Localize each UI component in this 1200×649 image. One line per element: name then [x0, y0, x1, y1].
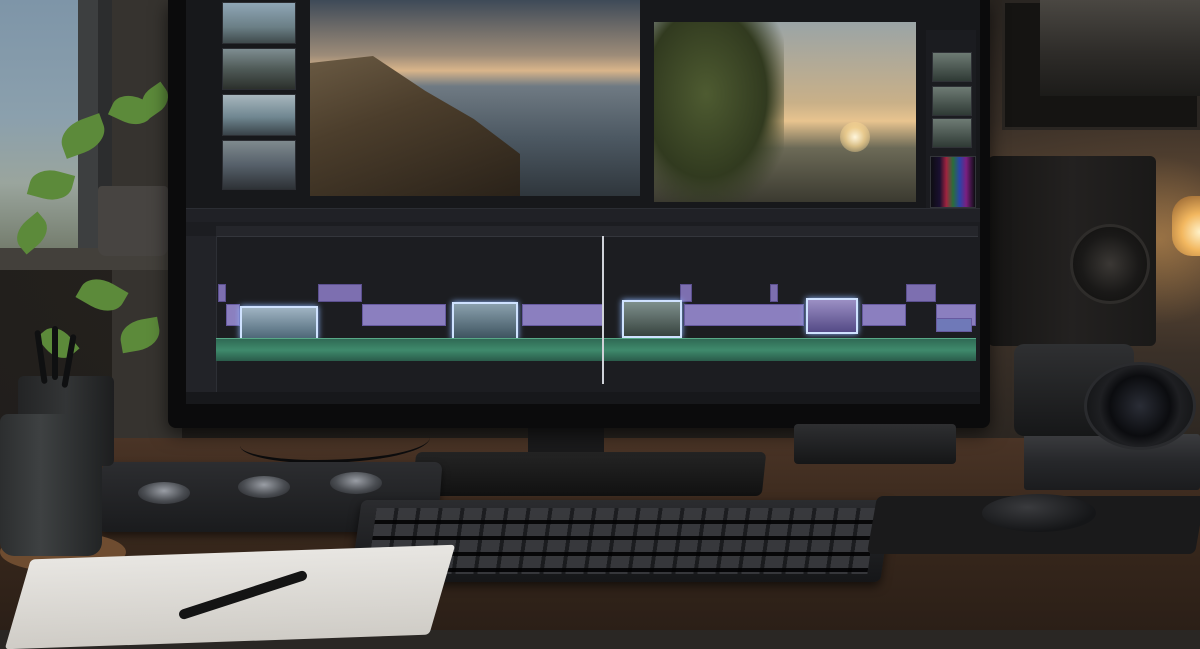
trackball — [330, 472, 382, 494]
framed-photo — [1040, 0, 1200, 96]
media-thumbnail[interactable] — [222, 94, 296, 136]
plant-pot — [98, 186, 168, 256]
selected-clip[interactable] — [452, 302, 518, 340]
mini-thumbnail[interactable] — [932, 52, 972, 82]
timeline-clip[interactable] — [218, 284, 226, 302]
monitor-screen — [186, 0, 980, 404]
mouse — [982, 494, 1096, 532]
timeline-clip[interactable] — [862, 304, 906, 326]
olive-branch — [654, 22, 784, 202]
timeline-clip[interactable] — [936, 318, 972, 332]
external-drive — [794, 424, 956, 464]
timeline-playhead[interactable] — [602, 236, 604, 384]
timeline-clip[interactable] — [318, 284, 362, 302]
timeline-clip[interactable] — [770, 284, 778, 302]
speaker-woofer — [1070, 224, 1150, 304]
timeline-clip[interactable] — [362, 304, 446, 326]
mini-thumbnail[interactable] — [932, 86, 972, 116]
timeline-toolbar[interactable] — [186, 208, 980, 223]
timeline-ruler[interactable] — [216, 226, 978, 237]
pen — [52, 326, 58, 380]
audio-track-waveform[interactable] — [216, 338, 976, 361]
trackball — [138, 482, 190, 504]
desk-lamp — [1172, 196, 1200, 256]
mini-thumbnail[interactable] — [932, 118, 972, 148]
selected-clip[interactable] — [240, 306, 318, 340]
trackball — [238, 476, 290, 498]
coastal-cliff — [310, 56, 520, 196]
source-viewer[interactable] — [310, 0, 640, 196]
timeline-clip[interactable] — [226, 304, 240, 326]
track-headers[interactable] — [186, 236, 217, 392]
selected-clip[interactable] — [806, 298, 858, 334]
media-thumbnail[interactable] — [222, 48, 296, 90]
sun-flare — [840, 122, 870, 152]
camera-lens — [1084, 362, 1196, 450]
timeline-clip[interactable] — [522, 304, 604, 326]
color-scope — [930, 156, 976, 208]
selected-clip[interactable] — [622, 300, 682, 338]
timeline-clip[interactable] — [906, 284, 936, 302]
timeline-clip[interactable] — [684, 304, 804, 326]
media-thumbnail[interactable] — [222, 140, 296, 190]
program-viewer[interactable] — [654, 22, 916, 202]
mug — [0, 414, 102, 556]
monitor-stand-base — [411, 452, 767, 496]
media-thumbnail[interactable] — [222, 2, 296, 44]
